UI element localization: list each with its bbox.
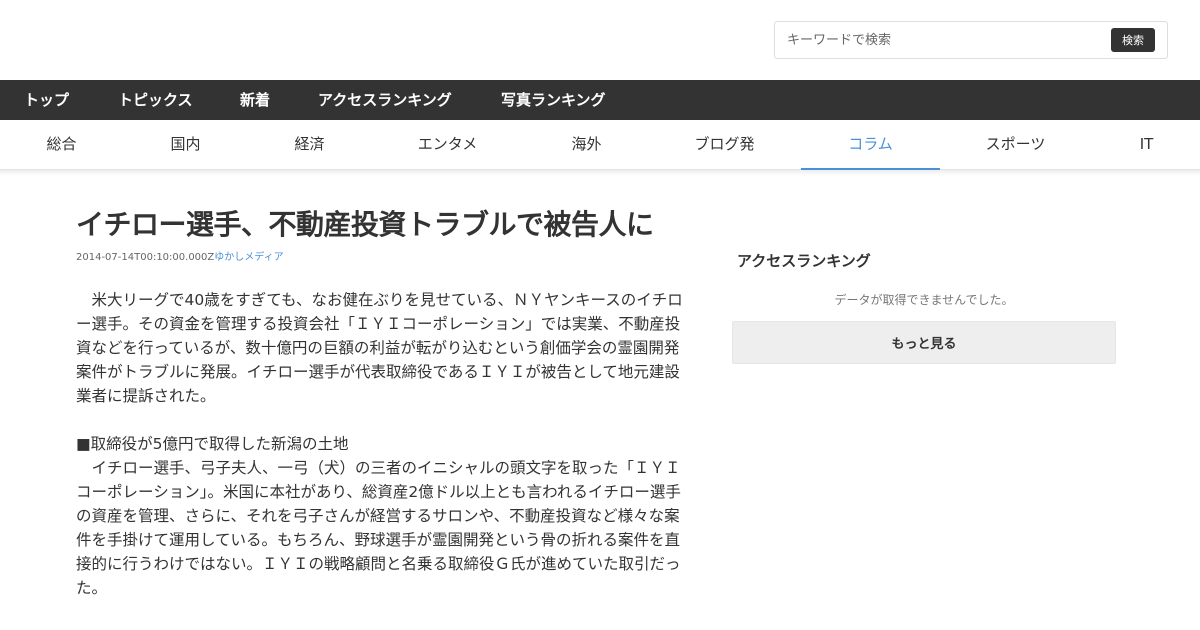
tab-column[interactable]: コラム xyxy=(801,120,940,170)
category-nav: 総合 国内 経済 エンタメ 海外 ブログ発 コラム スポーツ IT xyxy=(0,120,1200,170)
nav-shadow xyxy=(0,170,1200,176)
top-nav-item-top[interactable]: トップ xyxy=(24,80,69,120)
tab-blog[interactable]: ブログ発 xyxy=(655,120,794,170)
top-nav-item-new[interactable]: 新着 xyxy=(240,80,270,120)
top-nav: トップ トピックス 新着 アクセスランキング 写真ランキング xyxy=(0,80,1200,120)
top-nav-item-photo-ranking[interactable]: 写真ランキング xyxy=(501,80,606,120)
tab-entertainment[interactable]: エンタメ xyxy=(378,120,517,170)
top-nav-item-topics[interactable]: トピックス xyxy=(118,80,193,120)
tab-it[interactable]: IT xyxy=(1077,120,1200,170)
article-source-link[interactable]: ゆかしメディア xyxy=(214,252,283,263)
search-input[interactable] xyxy=(775,22,1105,58)
article-paragraph: 米大リーグで40歳をすぎても、なお健在ぶりを見せている、ＮＹヤンキースのイチロー… xyxy=(76,291,683,405)
article-title: イチロー選手、不動産投資トラブルで被告人に xyxy=(76,208,654,241)
search-button[interactable]: 検索 xyxy=(1111,28,1155,52)
tab-sports[interactable]: スポーツ xyxy=(946,120,1085,170)
ranking-empty-message: データが取得できませんでした。 xyxy=(834,293,1014,307)
tab-economy[interactable]: 経済 xyxy=(240,120,379,170)
header: 検索 xyxy=(0,0,1200,80)
article-body: 米大リーグで40歳をすぎても、なお健在ぶりを見せている、ＮＹヤンキースのイチロー… xyxy=(76,288,688,624)
article-paragraph: ■取締役が5億円で取得した新潟の土地 イチロー選手、弓子夫人、一弓（犬）の三者の… xyxy=(76,435,681,597)
search-box: 検索 xyxy=(774,21,1168,59)
top-nav-item-access-ranking[interactable]: アクセスランキング xyxy=(318,80,452,120)
tab-general[interactable]: 総合 xyxy=(0,120,131,170)
ranking-title: アクセスランキング xyxy=(737,252,871,270)
more-button[interactable]: もっと見る xyxy=(732,321,1116,364)
article-timestamp: 2014-07-14T00:10:00.000Z xyxy=(76,252,215,263)
tab-overseas[interactable]: 海外 xyxy=(517,120,656,170)
article-meta: 2014-07-14T00:10:00.000Zゆかしメディア xyxy=(76,248,284,263)
tab-domestic[interactable]: 国内 xyxy=(116,120,255,170)
